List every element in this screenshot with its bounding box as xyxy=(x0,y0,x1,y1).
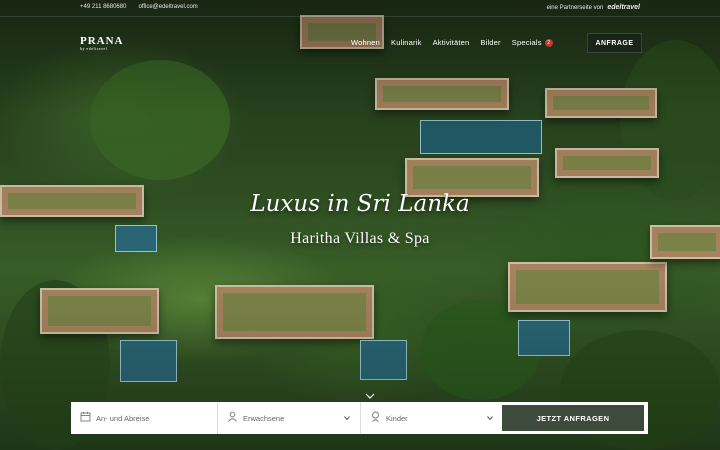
phone-link[interactable]: +49 211 8680680 xyxy=(80,4,126,10)
nav-item-aktivitaeten[interactable]: Aktivitäten xyxy=(433,38,470,47)
scroll-down-icon[interactable] xyxy=(364,390,376,402)
calendar-icon xyxy=(80,411,91,422)
prana-logo[interactable]: PRANA by edeltravel xyxy=(80,35,124,51)
hero-overlay xyxy=(0,0,720,450)
nav-item-specials-label: Specials xyxy=(511,38,542,47)
chevron-down-icon xyxy=(487,416,493,421)
chevron-down-icon xyxy=(344,416,350,421)
nav-item-kulinarik[interactable]: Kulinarik xyxy=(391,38,422,47)
divider xyxy=(0,16,720,17)
adults-select[interactable]: Erwachsene xyxy=(218,402,361,434)
email-link[interactable]: office@edeltravel.com xyxy=(138,4,197,10)
hero-script-title: Luxus in Sri Lanka xyxy=(250,191,470,217)
nav-item-bilder[interactable]: Bilder xyxy=(480,38,500,47)
anfrage-button[interactable]: ANFRAGE xyxy=(587,33,642,53)
booking-bar: An- und Abreise Erwachsene Kinder JETZT … xyxy=(71,402,648,434)
child-icon xyxy=(372,411,379,422)
children-select[interactable]: Kinder xyxy=(361,402,503,434)
edeltravel-logo[interactable]: edeltravel xyxy=(607,4,640,11)
hero-subtitle: Haritha Villas & Spa xyxy=(290,230,430,247)
main-nav: Wohnen Kulinarik Aktivitäten Bilder Spec… xyxy=(351,38,553,47)
dates-placeholder: An- und Abreise xyxy=(96,414,150,423)
submit-inquiry-button[interactable]: JETZT ANFRAGEN xyxy=(502,405,644,431)
adults-label: Erwachsene xyxy=(243,414,285,423)
children-label: Kinder xyxy=(386,414,408,423)
person-icon xyxy=(228,411,237,422)
specials-count-badge: 2 xyxy=(544,39,553,47)
nav-item-wohnen[interactable]: Wohnen xyxy=(351,38,380,47)
nav-item-specials[interactable]: Specials 2 xyxy=(512,38,553,47)
dates-field[interactable]: An- und Abreise xyxy=(71,402,218,434)
top-contact-bar: +49 211 8680680 office@edeltravel.com ei… xyxy=(0,0,720,16)
partner-text: eine Partnerseite von xyxy=(546,4,604,11)
